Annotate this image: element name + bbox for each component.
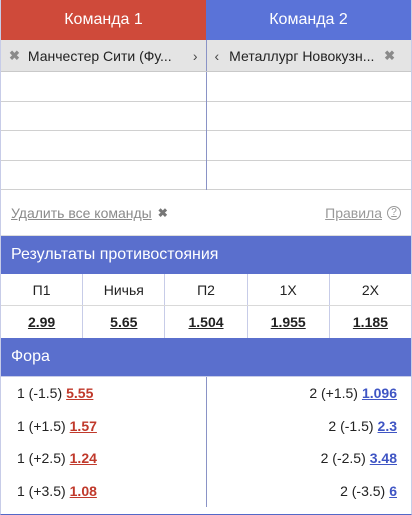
handicap-row: 2 (-2.5) 3.48 [207,442,412,475]
header-p1: П1 [1,274,84,305]
handicap-table: 1 (-1.5) 5.55 1 (+1.5) 1.57 1 (+2.5) 1.2… [1,376,411,507]
odd-cell: 5.65 [83,306,166,338]
handicap-odd[interactable]: 2.3 [378,418,397,434]
odd-cell: 2.99 [1,306,84,338]
handicap-row: 1 (+2.5) 1.24 [1,442,206,475]
chevron-left-icon[interactable]: ‹ [215,48,220,64]
selected-teams: ✖ Манчестер Сити (Фу... › ‹ Металлург Но… [1,40,411,72]
handicap-label: 2 (+1.5) [309,385,358,402]
empty-slot[interactable] [206,161,411,190]
empty-slot[interactable] [1,102,206,131]
odd-draw[interactable]: 5.65 [110,314,137,330]
handicap-row: 1 (+1.5) 1.57 [1,410,206,443]
handicap-team-2: 2 (+1.5) 1.096 2 (-1.5) 2.3 2 (-2.5) 3.4… [207,377,412,507]
odd-cell: 1.185 [330,306,411,338]
team-1-slots [1,72,207,190]
empty-slot[interactable] [1,72,206,102]
rules-label[interactable]: Правила [325,205,382,221]
handicap-label: 2 (-2.5) [320,450,366,467]
actions-bar: Удалить все команды ✖ Правила ? [1,190,411,236]
results-odds-row: 2.99 5.65 1.504 1.955 1.185 [1,306,411,338]
odd-cell: 1.955 [248,306,330,338]
handicap-header: Фора [1,338,411,376]
handicap-odd[interactable]: 1.096 [362,385,397,401]
rules-link[interactable]: Правила ? [325,205,401,221]
tab-team-2[interactable]: Команда 2 [206,0,411,40]
handicap-row: 1 (+3.5) 1.08 [1,475,206,508]
header-p2: П2 [165,274,248,305]
team-1-name: Манчестер Сити (Фу... [27,47,172,64]
team-slots [1,72,411,190]
tab-team-1[interactable]: Команда 1 [1,0,206,40]
odd-cell: 1.504 [165,306,248,338]
close-icon[interactable]: ✖ [9,48,20,64]
odd-2x[interactable]: 1.185 [353,314,388,330]
handicap-row: 2 (+1.5) 1.096 [207,377,412,410]
chevron-right-icon[interactable]: › [193,48,198,64]
team-comparison-widget: Команда 1 Команда 2 ✖ Манчестер Сити (Фу… [0,0,412,515]
team-2-selected[interactable]: ‹ Металлург Новокузн... ✖ [207,40,412,71]
handicap-odd[interactable]: 1.57 [70,418,97,434]
handicap-label: 2 (-3.5) [340,482,386,499]
close-icon[interactable]: ✖ [158,206,168,220]
handicap-label: 1 (-1.5) [17,385,63,402]
handicap-row: 2 (-3.5) 6 [207,475,412,508]
handicap-odd[interactable]: 1.24 [70,450,97,466]
odd-1x[interactable]: 1.955 [271,314,306,330]
handicap-label: 1 (+3.5) [17,482,66,499]
team-2-slots [206,72,411,190]
handicap-odd[interactable]: 1.08 [70,483,97,499]
remove-all-teams[interactable]: Удалить все команды ✖ [11,205,168,221]
help-icon[interactable]: ? [387,205,401,220]
empty-slot[interactable] [1,131,206,161]
odd-p1[interactable]: 2.99 [28,314,55,330]
team-tabs: Команда 1 Команда 2 [1,0,411,40]
empty-slot[interactable] [1,161,206,190]
handicap-odd[interactable]: 6 [389,483,397,499]
empty-slot[interactable] [206,102,411,131]
empty-slot[interactable] [206,131,411,161]
handicap-label: 1 (+1.5) [17,417,66,434]
handicap-label: 1 (+2.5) [17,450,66,467]
handicap-label: 2 (-1.5) [328,417,374,434]
header-2x: 2X [361,281,379,298]
header-draw: Ничья [83,274,166,305]
team-2-name: Металлург Новокузн... [229,47,375,64]
empty-slot[interactable] [206,72,411,102]
close-icon[interactable]: ✖ [384,48,395,64]
handicap-row: 1 (-1.5) 5.55 [1,377,206,410]
team-1-selected[interactable]: ✖ Манчестер Сити (Фу... › [1,40,207,71]
results-column-headers: П1 Ничья П2 1X 2X [1,274,411,306]
results-header: Результаты противостояния [1,236,411,274]
handicap-row: 2 (-1.5) 2.3 [207,410,412,443]
handicap-team-1: 1 (-1.5) 5.55 1 (+1.5) 1.57 1 (+2.5) 1.2… [1,377,207,507]
odd-p2[interactable]: 1.504 [188,314,223,330]
remove-all-link[interactable]: Удалить все команды [11,205,152,221]
handicap-odd[interactable]: 3.48 [370,450,397,466]
handicap-odd[interactable]: 5.55 [66,385,93,401]
header-1x: 1X [248,274,330,305]
